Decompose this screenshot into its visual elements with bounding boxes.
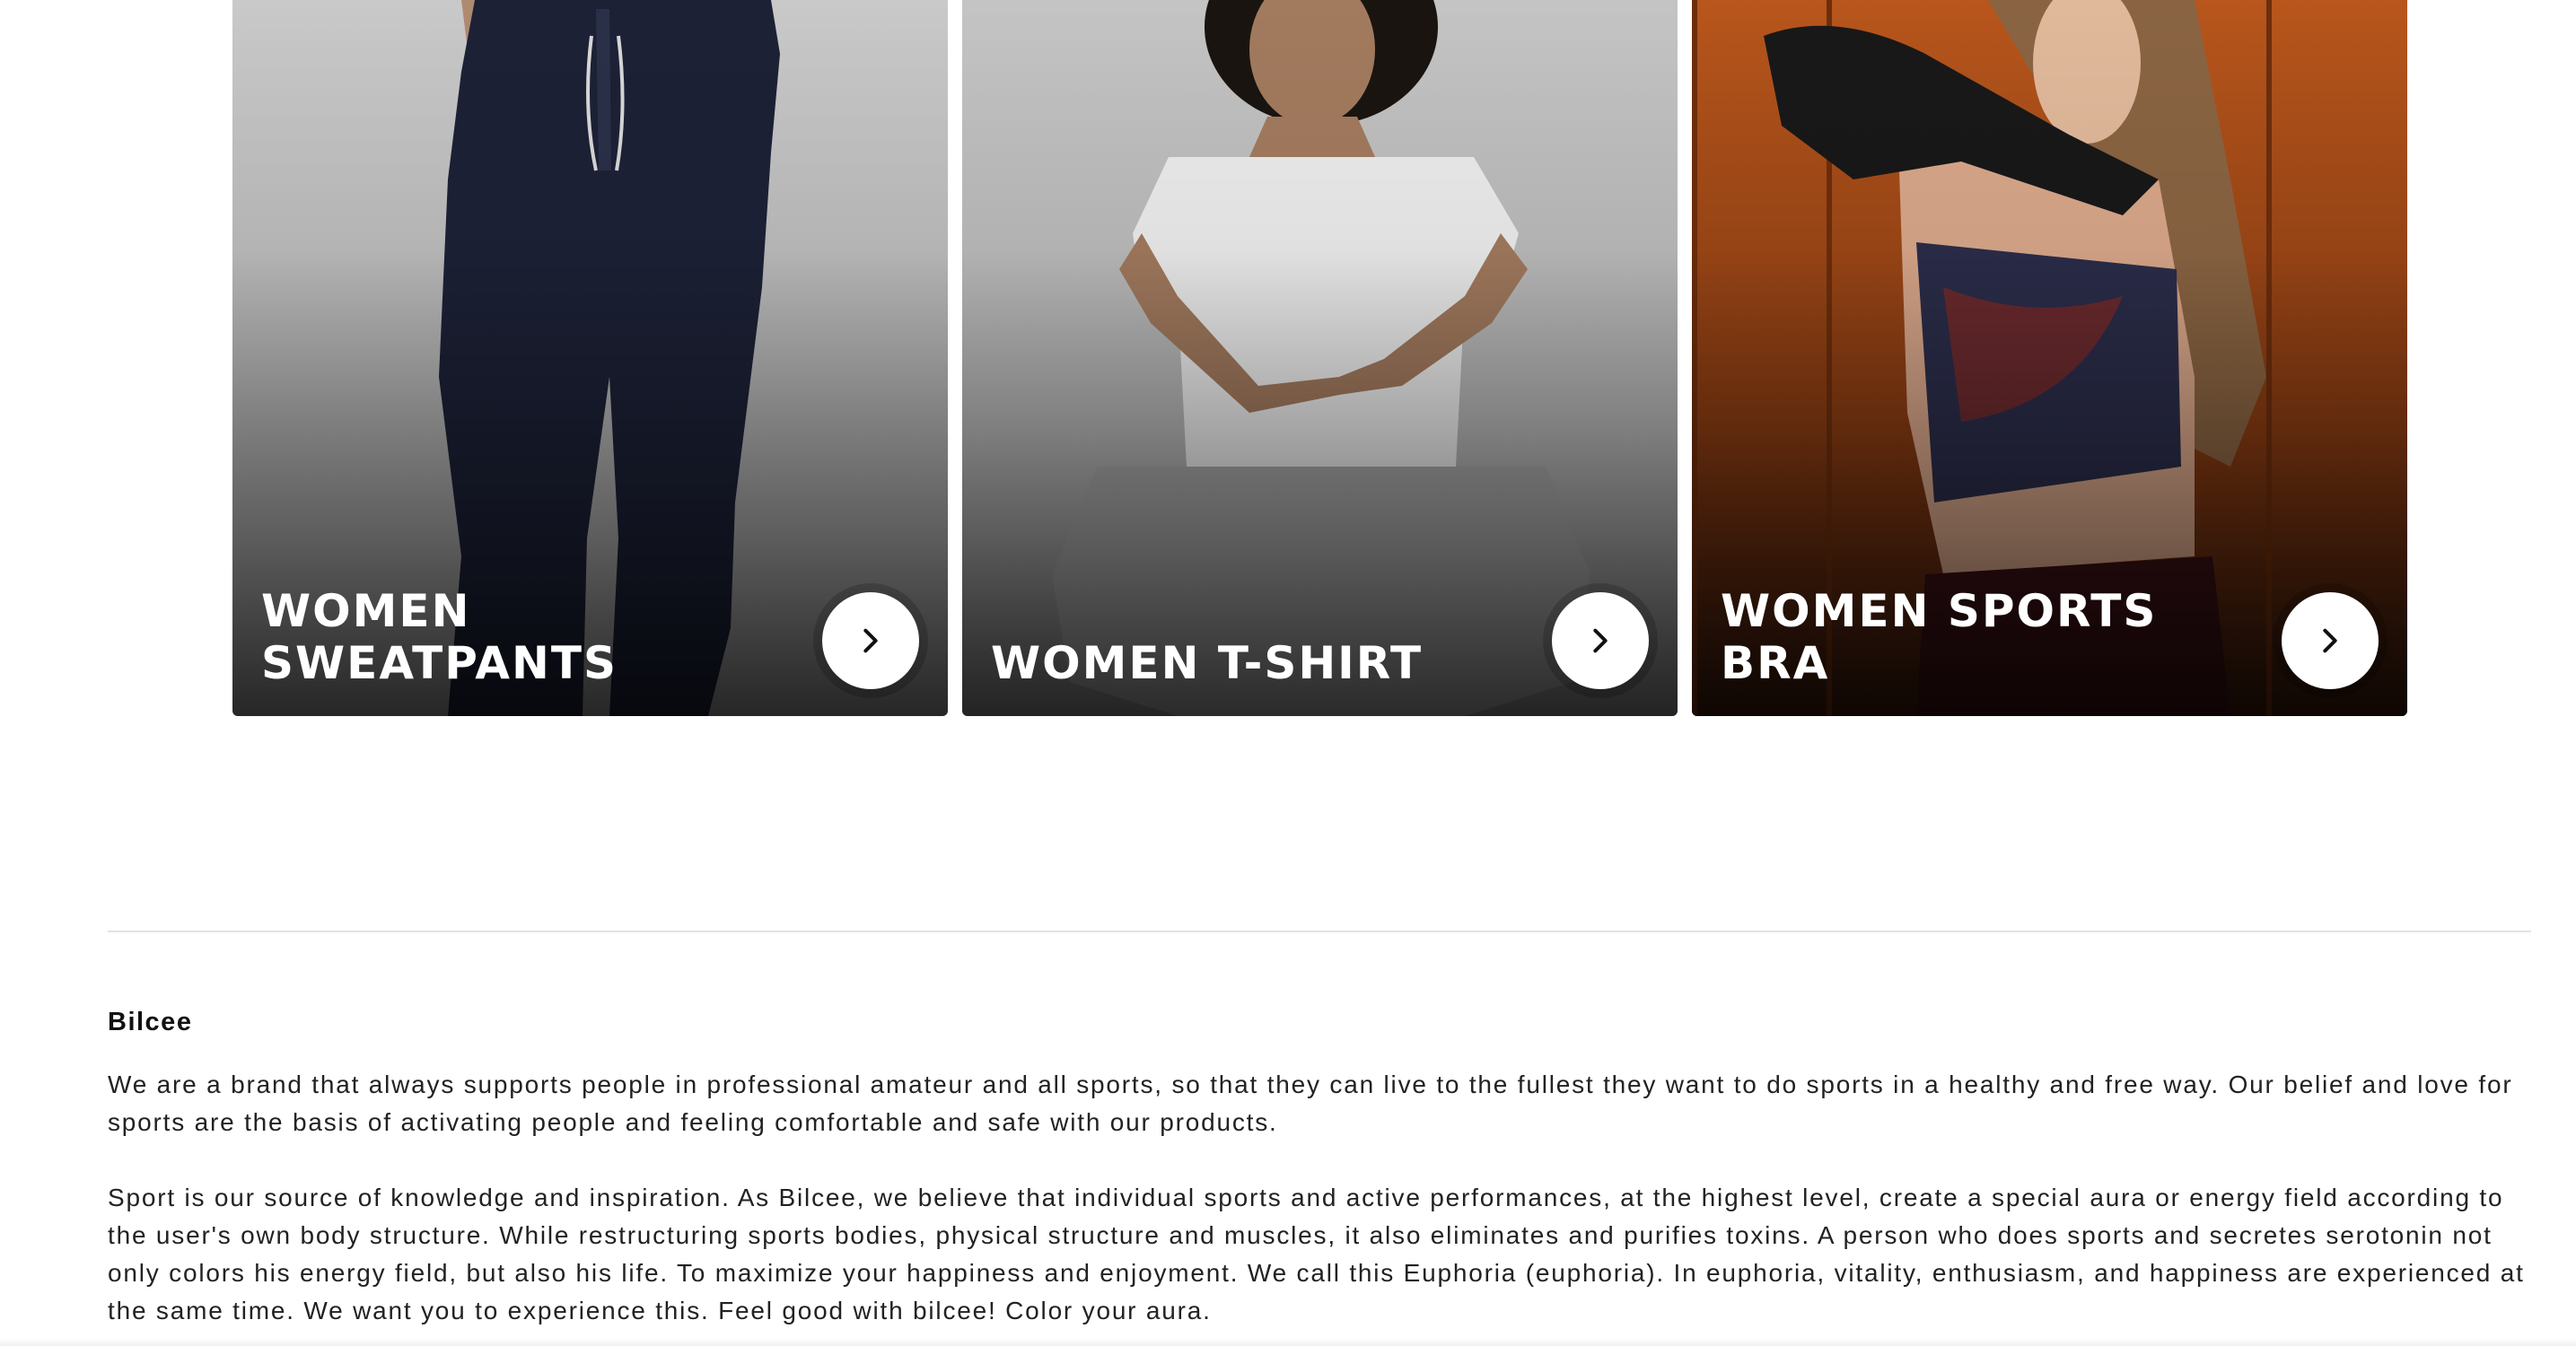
- chevron-right-icon: [863, 628, 878, 653]
- chevron-right-icon: [2323, 628, 2337, 653]
- category-arrow-button[interactable]: [2282, 592, 2379, 689]
- category-card-women-sweatpants[interactable]: WOMEN SWEATPANTS: [232, 0, 948, 716]
- section-divider: [108, 931, 2531, 932]
- brand-about-title: Bilcee: [108, 1008, 193, 1036]
- chevron-right-icon: [1593, 628, 1608, 653]
- brand-about-paragraph: We are a brand that always supports peop…: [108, 1071, 2513, 1136]
- category-arrow-button[interactable]: [822, 592, 919, 689]
- page: WOMEN SWEATPANTS WOMEN T-SHIRT WOMEN SPO…: [0, 0, 2576, 1346]
- category-title: WOMEN T-SHIRT: [991, 637, 1424, 689]
- category-arrow-button[interactable]: [1552, 592, 1649, 689]
- brand-about-section: Bilcee We are a brand that always suppor…: [108, 1003, 2531, 1346]
- category-title: WOMEN SPORTS BRA: [1721, 585, 2158, 689]
- category-card-women-t-shirt[interactable]: WOMEN T-SHIRT: [962, 0, 1678, 716]
- category-title: WOMEN SWEATPANTS: [261, 585, 618, 689]
- category-card-women-sports-bra[interactable]: WOMEN SPORTS BRA: [1692, 0, 2407, 716]
- bottom-edge-shadow: [0, 1339, 2576, 1346]
- brand-about-paragraph: Sport is our source of knowledge and ins…: [108, 1184, 2525, 1324]
- category-cards: WOMEN SWEATPANTS WOMEN T-SHIRT WOMEN SPO…: [232, 0, 2408, 716]
